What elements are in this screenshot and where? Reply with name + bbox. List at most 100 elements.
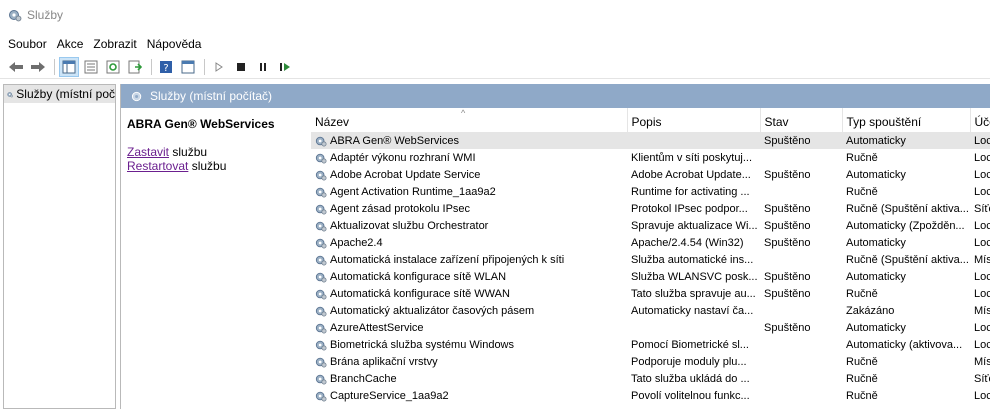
service-name-cell: Brána aplikační vrstvy — [311, 353, 627, 370]
table-row[interactable]: Agent zásad protokolu IPsec Protokol IPse… — [311, 200, 990, 217]
service-description: Služba automatické ins... — [631, 253, 754, 266]
table-row[interactable]: BranchCache Tato služba ukládá do ... Ručn… — [311, 370, 990, 387]
refresh-icon — [106, 60, 120, 73]
menu-action[interactable]: Akce — [53, 37, 88, 51]
table-row[interactable]: Aktualizovat službu Orchestrator Spravuje… — [311, 217, 990, 234]
service-gear-icon — [315, 340, 327, 350]
service-gear-icon — [315, 374, 327, 384]
menu-view[interactable]: Zobrazit — [89, 37, 140, 51]
help-button[interactable]: ? — [156, 57, 176, 77]
service-description: Runtime for activating ... — [631, 185, 750, 198]
service-name-wrap: Adobe Acrobat Update Service — [315, 169, 627, 181]
toolbar-separator — [54, 58, 55, 75]
forward-button[interactable] — [28, 57, 48, 77]
service-account: Loca — [974, 168, 990, 181]
service-name-cell: Agent zásad protokolu IPsec — [311, 200, 627, 217]
service-gear-icon — [315, 187, 327, 197]
menu-bar: Soubor Akce Zobrazit Nápověda — [0, 35, 990, 53]
service-status: Spuštěno — [764, 202, 811, 215]
column-header-name[interactable]: ^ Název — [311, 108, 628, 132]
main-header-title: Služby (místní počítač) — [150, 89, 273, 103]
service-gear-icon — [315, 238, 327, 248]
svg-text:?: ? — [163, 63, 168, 74]
back-button[interactable] — [6, 57, 26, 77]
services-gear-icon — [131, 91, 142, 101]
service-name-wrap: CaptureService_1aa9a2 — [315, 390, 627, 402]
service-status — [760, 353, 842, 370]
column-header-status[interactable]: Stav — [760, 108, 843, 132]
service-name-cell: Adobe Acrobat Update Service — [311, 166, 627, 183]
service-gear-icon — [315, 391, 327, 401]
service-name: Brána aplikační vrstvy — [330, 355, 438, 368]
service-description: Klientům v síti poskytuj... — [631, 151, 753, 164]
service-status — [760, 370, 842, 387]
service-startup-type: Automaticky — [846, 168, 906, 181]
service-name: Aktualizovat službu Orchestrator — [330, 219, 489, 232]
console-view-icon — [181, 60, 195, 73]
menu-file[interactable]: Soubor — [4, 37, 51, 51]
table-row[interactable]: Automatický aktualizátor časových pásem A… — [311, 302, 990, 319]
main-header: Služby (místní počítač) — [121, 84, 990, 108]
service-name-cell: Agent Activation Runtime_1aa9a2 — [311, 183, 627, 200]
table-row[interactable]: AzureAttestService Spuštěno Automaticky Loc… — [311, 319, 990, 336]
table-row[interactable]: Adobe Acrobat Update Service Adobe Acroba… — [311, 166, 990, 183]
column-header-startup-type[interactable]: Typ spouštění — [842, 108, 971, 132]
service-name-cell: Biometrická služba systému Windows — [311, 336, 627, 353]
service-name-wrap: Automatický aktualizátor časových pásem — [315, 305, 627, 317]
service-gear-icon — [315, 221, 327, 231]
table-row[interactable]: Apache2.4 Apache/2.4.54 (Win32) Spuštěno Au… — [311, 234, 990, 251]
tree-node-services-local[interactable]: Služby (místní poč — [4, 85, 115, 103]
properties-button[interactable] — [81, 57, 101, 77]
table-row[interactable]: Automatická instalace zařízení připojený… — [311, 251, 990, 268]
table-row[interactable]: CaptureService_1aa9a2 Povolí volitelnou f… — [311, 387, 990, 404]
export-list-button[interactable] — [125, 57, 145, 77]
refresh-button[interactable] — [103, 57, 123, 77]
stop-service-link[interactable]: Zastavit — [127, 145, 169, 159]
restart-service-link[interactable]: Restartovat — [127, 159, 188, 173]
column-header-name-label: Název — [315, 115, 350, 129]
service-name-wrap: Agent zásad protokolu IPsec — [315, 203, 627, 215]
stop-service-button[interactable] — [231, 57, 251, 77]
column-header-account[interactable]: Účet — [970, 108, 990, 132]
table-row[interactable]: Automatická konfigurace sítě WLAN Služba … — [311, 268, 990, 285]
service-account: Míst — [974, 355, 990, 368]
service-description: Automaticky nastaví ča... — [631, 304, 754, 317]
show-console-tree-button[interactable] — [59, 56, 79, 77]
forward-arrow-icon — [31, 61, 45, 72]
service-startup-type: Automaticky — [846, 236, 906, 249]
pause-service-button[interactable] — [253, 57, 273, 77]
service-name-wrap: Apache2.4 — [315, 237, 627, 249]
table-row[interactable]: ABRA Gen® WebServices Spuštěno Automaticky… — [311, 132, 990, 149]
table-row[interactable]: Biometrická služba systému Windows Pomocí… — [311, 336, 990, 353]
service-account: Loca — [974, 219, 990, 232]
service-gear-icon — [315, 357, 327, 367]
console-view-button[interactable] — [178, 57, 198, 77]
service-account: Loca — [974, 185, 990, 198]
service-gear-icon — [315, 306, 327, 316]
service-gear-icon — [315, 289, 327, 299]
service-account: Loca — [974, 338, 990, 351]
window-title: Služby — [27, 8, 64, 22]
service-description: Tato služba spravuje au... — [631, 287, 756, 300]
service-name: Adobe Acrobat Update Service — [330, 168, 481, 181]
table-row[interactable]: Automatická konfigurace sítě WWAN Tato sl… — [311, 285, 990, 302]
resume-service-button[interactable] — [275, 57, 295, 77]
tree-node-label: Služby (místní poč — [16, 87, 115, 101]
toolbar-separator — [204, 58, 205, 75]
service-startup-type: Automaticky — [846, 321, 906, 334]
service-name-cell: BranchCache — [311, 370, 627, 387]
start-service-button[interactable] — [209, 57, 229, 77]
service-status: Spuštěno — [764, 321, 811, 334]
table-row[interactable]: Agent Activation Runtime_1aa9a2 Runtime f… — [311, 183, 990, 200]
service-gear-icon — [315, 272, 327, 282]
table-row[interactable]: Brána aplikační vrstvy Podporuje moduly p… — [311, 353, 990, 370]
service-status — [760, 336, 842, 353]
service-description — [627, 319, 760, 336]
menu-help[interactable]: Nápověda — [143, 37, 206, 51]
column-header-description[interactable]: Popis — [627, 108, 761, 132]
service-description: Pomocí Biometrické sl... — [631, 338, 749, 351]
table-row[interactable]: Adaptér výkonu rozhraní WMI Klientům v sí… — [311, 149, 990, 166]
services-gear-icon — [7, 91, 14, 97]
service-status: Spuštěno — [764, 287, 811, 300]
service-startup-type: Automaticky — [842, 132, 970, 149]
